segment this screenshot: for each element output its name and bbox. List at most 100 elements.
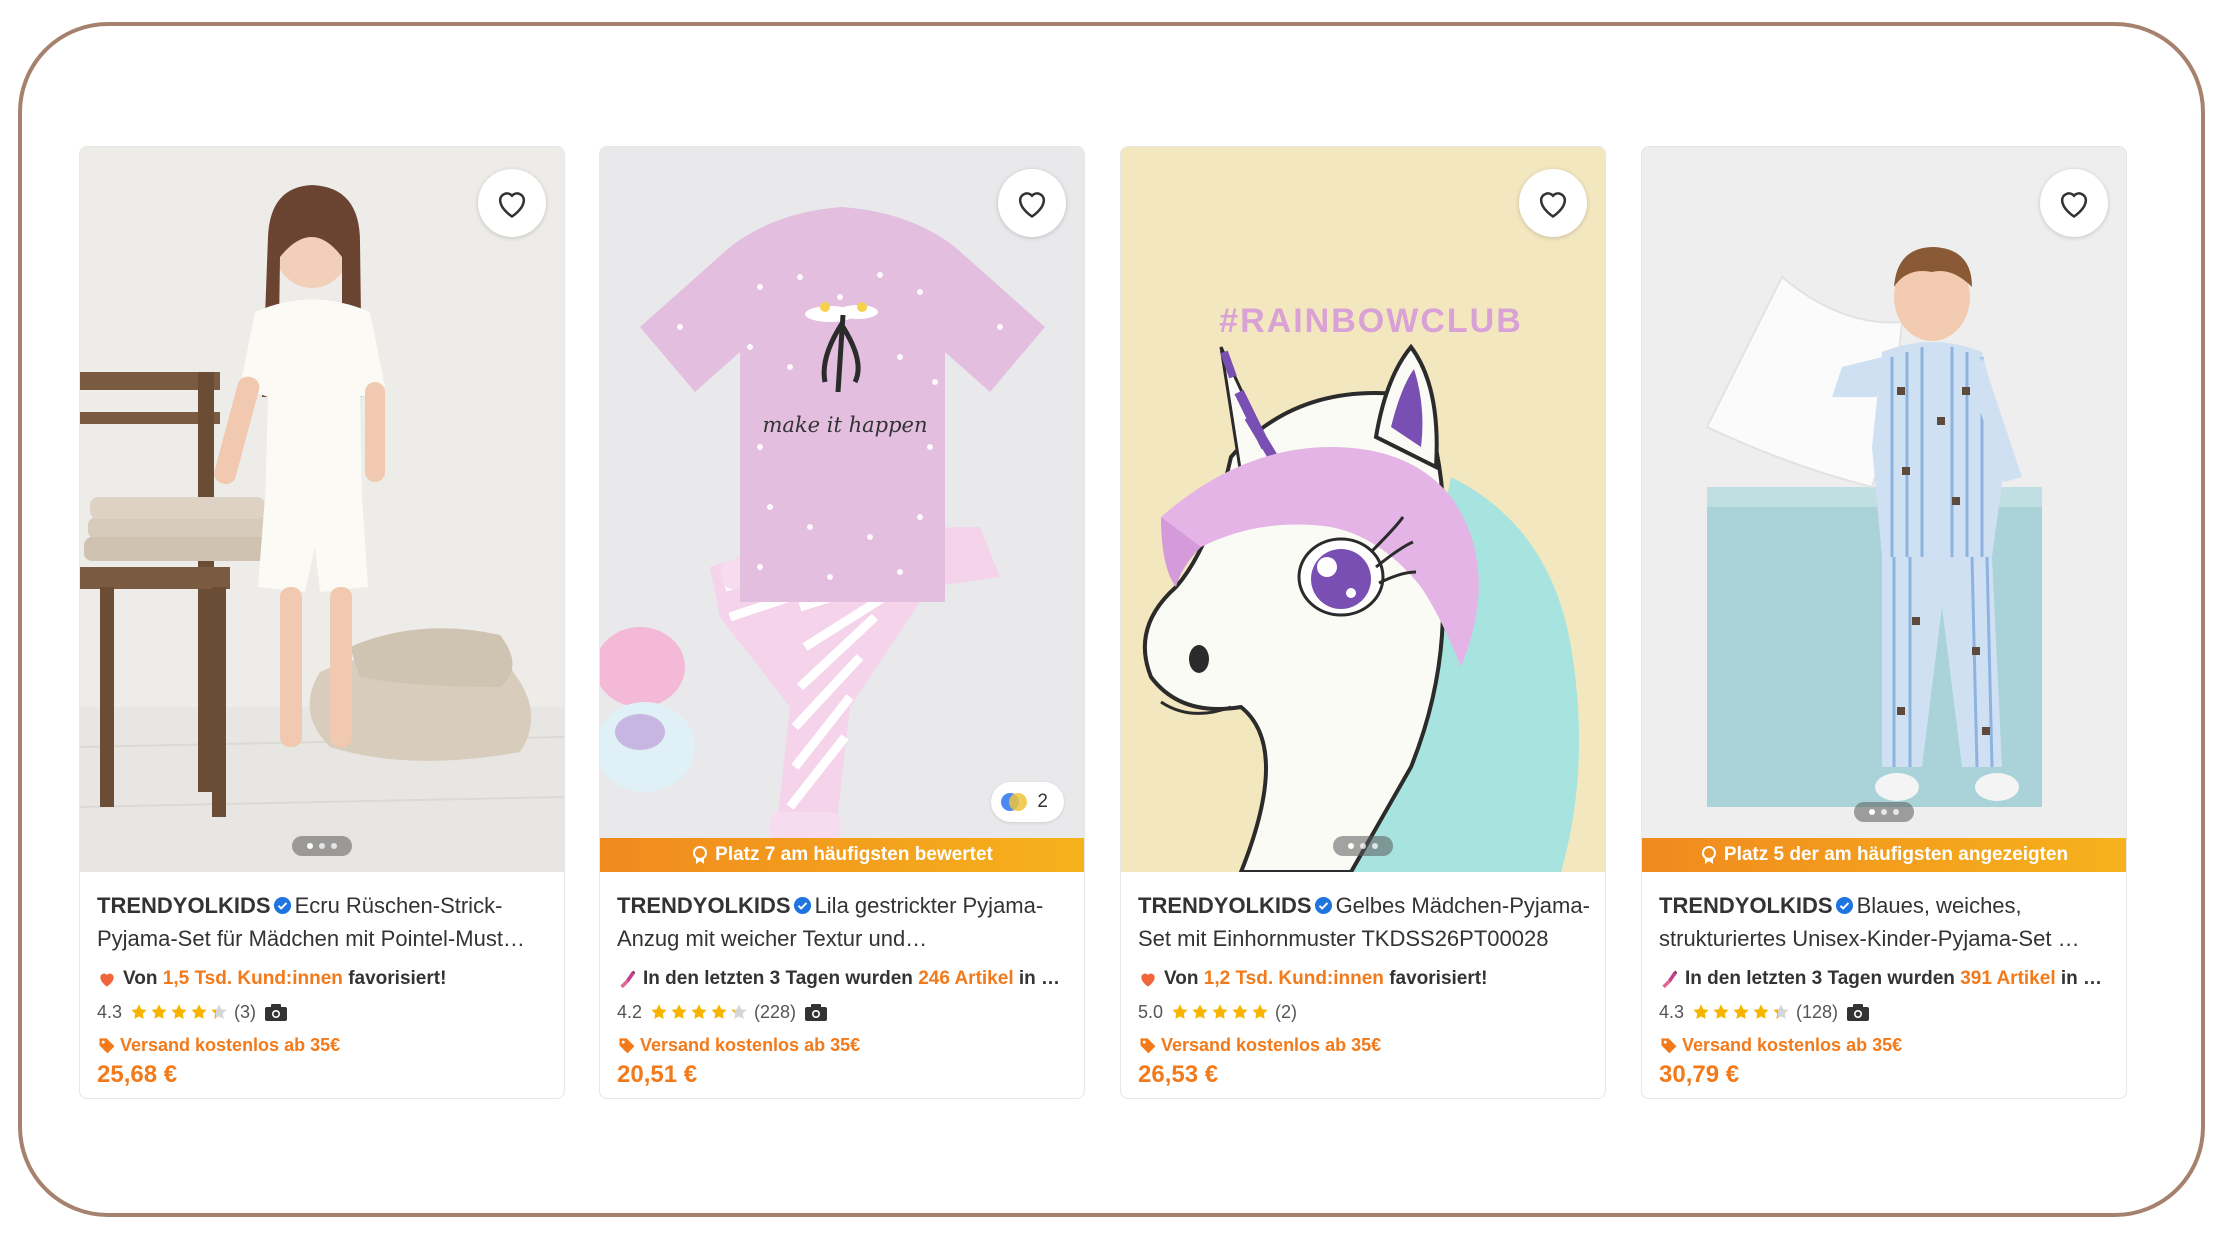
social-proof: Von 1,5 Tsd. Kund:innen favorisiert! [97, 964, 550, 994]
image-carousel-dots[interactable] [292, 836, 352, 856]
social-text-end: in … [2055, 968, 2103, 989]
brand-name: TRENDYOLKIDS [97, 893, 271, 918]
social-highlight: 1,2 Tsd. Kund:innen [1203, 968, 1384, 989]
review-count: (128) [1796, 1001, 1839, 1022]
free-shipping: Versand kostenlos ab 35€ [97, 1031, 550, 1059]
star-icon [1733, 1004, 1749, 1019]
shipping-text: Versand kostenlos ab 35€ [1161, 1034, 1382, 1055]
image-carousel-dots[interactable] [1333, 836, 1393, 856]
heart-outline-icon [1539, 192, 1567, 218]
star-icon [1753, 1004, 1769, 1019]
rating-stars [1692, 1003, 1790, 1021]
banner-text: Platz 7 am häufigsten bewertet [715, 844, 993, 865]
verified-badge-icon [1835, 896, 1853, 915]
camera-icon [1847, 1004, 1870, 1021]
product-image[interactable]: Platz 5 der am häufigsten angezeigten [1642, 147, 2126, 872]
product-title[interactable]: TRENDYOLKIDS Ecru Rüschen-Strick-Pyjama-S… [97, 889, 550, 955]
rating-score: 5.0 [1138, 1001, 1164, 1022]
social-text: In den letzten 3 Tagen wurden [1685, 968, 1961, 989]
free-shipping: Versand kostenlos ab 35€ [1659, 1031, 2112, 1059]
star-icon [651, 1004, 667, 1019]
unicorn-print-closeup-photo: #RAINBOWCLUB [1121, 147, 1605, 872]
shipping-text: Versand kostenlos ab 35€ [1682, 1034, 1903, 1055]
free-shipping: Versand kostenlos ab 35€ [1138, 1031, 1591, 1059]
product-title[interactable]: TRENDYOLKIDS Gelbes Mädchen-Pyjama-Set mi… [1138, 889, 1591, 955]
heart-icon [100, 973, 114, 987]
product-image[interactable]: make it happen 2 Platz 7 am häufigsten b… [600, 147, 1084, 872]
lipstick-icon [620, 970, 636, 989]
tag-icon [619, 1038, 635, 1054]
star-icon [151, 1004, 167, 1019]
rating-row[interactable]: 5.0 (2) [1138, 997, 1591, 1027]
star-icon [171, 1004, 187, 1019]
verified-badge-icon [273, 896, 291, 915]
star-icon [1713, 1004, 1729, 1019]
star-icon [1773, 1004, 1789, 1019]
image-print-text: #RAINBOWCLUB [1219, 302, 1523, 340]
product-price: 25,68 € [97, 1061, 178, 1088]
product-price: 20,51 € [617, 1061, 698, 1088]
boy-in-blue-pyjama-photo [1642, 147, 2126, 872]
favorite-button[interactable] [2040, 169, 2108, 237]
product-info: TRENDYOLKIDS Blaues, weiches, strukturier… [1659, 889, 2112, 1089]
star-icon [711, 1004, 727, 1019]
star-icon [1172, 1004, 1188, 1019]
rating-row[interactable]: 4.3 (128) [1659, 997, 2112, 1027]
lipstick-icon [1662, 970, 1678, 989]
girl-in-ecru-pyjama-photo [80, 147, 564, 872]
product-card[interactable]: TRENDYOLKIDS Ecru Rüschen-Strick-Pyjama-S… [79, 146, 565, 1099]
social-highlight: 246 Artikel [918, 968, 1014, 989]
heart-icon [1141, 973, 1155, 987]
rating-stars [1171, 1003, 1269, 1021]
product-title[interactable]: TRENDYOLKIDS Lila gestrickter Pyjama-Anzu… [617, 889, 1070, 955]
social-highlight: 1,5 Tsd. Kund:innen [162, 968, 343, 989]
product-title[interactable]: TRENDYOLKIDS Blaues, weiches, strukturier… [1659, 889, 2112, 955]
social-proof: In den letzten 3 Tagen wurden 391 Artike… [1659, 964, 2112, 994]
rating-score: 4.3 [97, 1001, 123, 1022]
social-text-end: in … [1013, 968, 1061, 989]
product-info: TRENDYOLKIDS Lila gestrickter Pyjama-Anzu… [617, 889, 1070, 1089]
shipping-text: Versand kostenlos ab 35€ [640, 1034, 861, 1055]
star-icon [671, 1004, 687, 1019]
product-price: 30,79 € [1659, 1061, 1740, 1088]
heart-outline-icon [498, 192, 526, 218]
image-carousel-dots[interactable] [1854, 802, 1914, 822]
rating-row[interactable]: 4.2 (228) [617, 997, 1070, 1027]
product-card[interactable]: #RAINBOWCLUB TRENDYOLKIDS Gelbes Mädchen… [1120, 146, 1606, 1099]
product-card[interactable]: make it happen 2 Platz 7 am häufigsten b… [599, 146, 1085, 1099]
brand-name: TRENDYOLKIDS [1659, 893, 1833, 918]
rating-stars [130, 1003, 228, 1021]
favorite-button[interactable] [998, 169, 1066, 237]
rating-score: 4.2 [617, 1001, 643, 1022]
brand-name: TRENDYOLKIDS [1138, 893, 1312, 918]
tag-icon [99, 1038, 115, 1054]
heart-outline-icon [2060, 192, 2088, 218]
product-price: 26,53 € [1138, 1061, 1219, 1088]
free-shipping: Versand kostenlos ab 35€ [617, 1031, 1070, 1059]
camera-icon [805, 1004, 828, 1021]
product-card[interactable]: Platz 5 der am häufigsten angezeigten TR… [1641, 146, 2127, 1099]
heart-outline-icon [1018, 192, 1046, 218]
product-image[interactable] [80, 147, 564, 872]
social-text-end: favorisiert! [1383, 968, 1488, 989]
star-icon [1232, 1004, 1248, 1019]
medal-icon [1701, 846, 1716, 864]
star-icon [211, 1004, 227, 1019]
social-text: In den letzten 3 Tagen wurden [643, 968, 919, 989]
rating-row[interactable]: 4.3 (3) [97, 997, 550, 1027]
ranking-banner: Platz 7 am häufigsten bewertet [600, 838, 1084, 872]
tag-icon [1661, 1038, 1677, 1054]
star-icon [1212, 1004, 1228, 1019]
social-proof: In den letzten 3 Tagen wurden 246 Artike… [617, 964, 1070, 994]
review-count: (228) [754, 1001, 797, 1022]
social-highlight: 391 Artikel [1960, 968, 2056, 989]
favorite-button[interactable] [1519, 169, 1587, 237]
banner-text: Platz 5 der am häufigsten angezeigten [1723, 844, 2069, 865]
star-icon [1252, 1004, 1268, 1019]
color-variants-badge[interactable]: 2 [991, 782, 1064, 822]
shipping-text: Versand kostenlos ab 35€ [120, 1034, 341, 1055]
color-count: 2 [1037, 791, 1048, 812]
product-image[interactable]: #RAINBOWCLUB [1121, 147, 1605, 872]
favorite-button[interactable] [478, 169, 546, 237]
product-info: TRENDYOLKIDS Gelbes Mädchen-Pyjama-Set mi… [1138, 889, 1591, 1089]
